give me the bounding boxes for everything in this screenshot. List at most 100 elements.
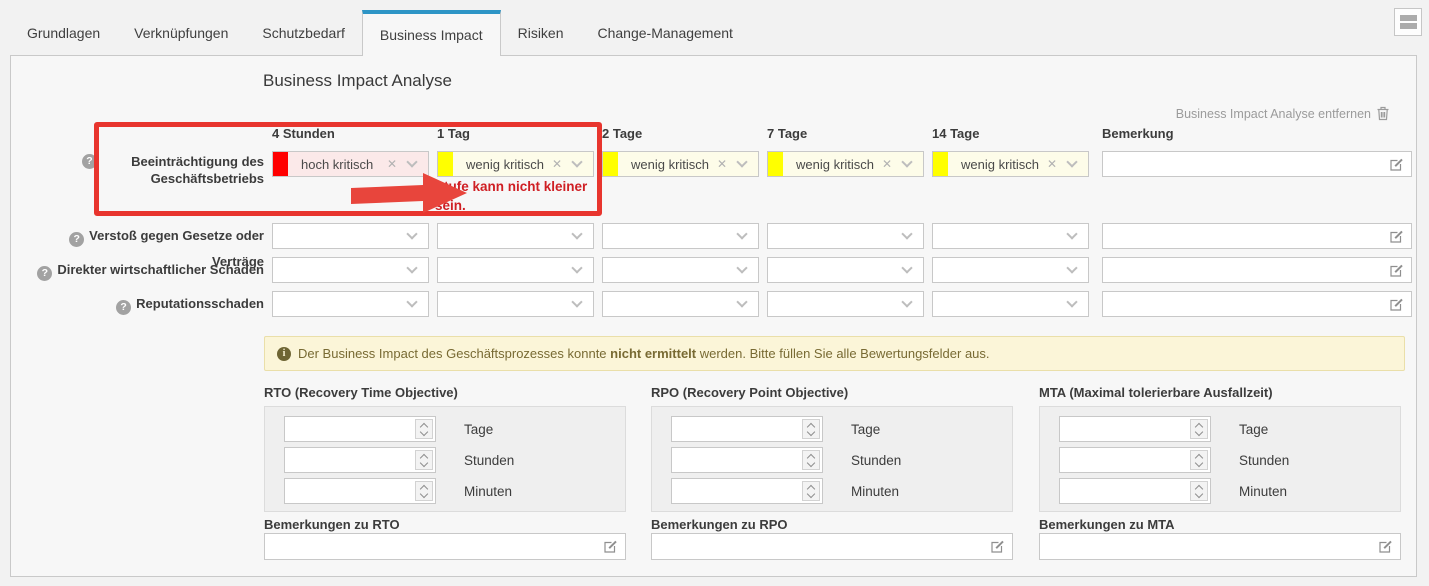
criticality-select-7-tage[interactable] [767,291,924,317]
chevron-down-icon [406,262,417,273]
criticality-select-1-tag[interactable] [437,257,594,283]
chevron-down-icon [736,156,747,167]
spinner-buttons[interactable] [415,481,433,501]
help-icon[interactable]: ? [69,232,84,247]
rto-minuten-spinner[interactable] [284,478,436,504]
rto-remark-input[interactable] [264,533,626,560]
criticality-select-1-tag[interactable] [437,223,594,249]
rto-remark-label: Bemerkungen zu RTO [264,517,400,532]
mta-stunden-spinner[interactable] [1059,447,1211,473]
criticality-swatch [933,152,948,176]
chevron-down-icon [901,156,912,167]
rpo-remark-input[interactable] [651,533,1013,560]
spinner-buttons[interactable] [802,481,820,501]
mta-tage-spinner[interactable] [1059,416,1211,442]
spinner-buttons[interactable] [415,419,433,439]
rpo-minuten-spinner[interactable] [671,478,823,504]
criticality-select-1-tag[interactable] [437,291,594,317]
column-header-bemerkung: Bemerkung [1102,126,1412,141]
row-label: ?Reputationsschaden [19,291,264,317]
criticality-select-7-tage[interactable] [767,257,924,283]
criticality-select-2-tage[interactable]: wenig kritisch ✕ [602,151,759,177]
criticality-select-14-tage[interactable] [932,291,1089,317]
trash-icon [1376,106,1390,121]
chevron-down-icon [901,262,912,273]
rpo-section-title: RPO (Recovery Point Objective) [651,385,848,400]
chevron-down-icon [571,228,582,239]
info-banner: i Der Business Impact des Geschäftsproze… [264,336,1405,371]
rpo-stunden-spinner[interactable] [671,447,823,473]
criticality-select-2-tage[interactable] [602,291,759,317]
row-label: ?Direkter wirtschaftlicher Schaden [19,257,264,283]
bemerkung-input[interactable] [1102,151,1412,177]
tab-risiken[interactable]: Risiken [501,10,581,55]
criticality-select-14-tage[interactable]: wenig kritisch ✕ [932,151,1089,177]
matrix-row-wirtschaftlicher-schaden: ?Direkter wirtschaftlicher Schaden [19,257,1412,283]
column-header-2-tage: 2 Tage [602,126,759,141]
help-icon[interactable]: ? [116,300,131,315]
tab-change-management[interactable]: Change-Management [581,10,750,55]
edit-icon [1389,229,1404,244]
clear-icon[interactable]: ✕ [387,157,397,171]
criticality-swatch [768,152,783,176]
spinner-buttons[interactable] [1190,450,1208,470]
mta-remark-label: Bemerkungen zu MTA [1039,517,1175,532]
criticality-select-14-tage[interactable] [932,223,1089,249]
rto-tage-spinner[interactable] [284,416,436,442]
chevron-down-icon [736,296,747,307]
spinner-buttons[interactable] [802,450,820,470]
criticality-select-7-tage[interactable] [767,223,924,249]
mta-remark-input[interactable] [1039,533,1401,560]
criticality-select-14-tage[interactable] [932,257,1089,283]
chevron-down-icon [1066,262,1077,273]
help-icon[interactable]: ? [82,154,97,169]
rpo-tage-spinner[interactable] [671,416,823,442]
edit-icon [603,539,618,554]
spinner-buttons[interactable] [1190,481,1208,501]
bemerkung-input[interactable] [1102,223,1412,249]
bemerkung-input[interactable] [1102,257,1412,283]
edit-icon [990,539,1005,554]
layout-toggle-button[interactable] [1394,8,1422,36]
spinner-buttons[interactable] [1190,419,1208,439]
criticality-select-1-tag[interactable]: wenig kritisch ✕ [437,151,594,177]
chevron-down-icon [901,228,912,239]
rpo-remark-label: Bemerkungen zu RPO [651,517,788,532]
column-header-14-tage: 14 Tage [932,126,1089,141]
chevron-down-icon [901,296,912,307]
remove-analysis-button[interactable]: Business Impact Analyse entfernen [1176,106,1390,121]
mta-minuten-spinner[interactable] [1059,478,1211,504]
chevron-down-icon [571,296,582,307]
criticality-select-4-stunden[interactable] [272,291,429,317]
criticality-swatch [603,152,618,176]
rto-stunden-spinner[interactable] [284,447,436,473]
edit-icon [1378,539,1393,554]
bemerkung-input[interactable] [1102,291,1412,317]
criticality-select-7-tage[interactable]: wenig kritisch ✕ [767,151,924,177]
tab-bar: Grundlagen Verknüpfungen Schutzbedarf Bu… [10,10,750,55]
clear-icon[interactable]: ✕ [1047,157,1057,171]
tab-verknuepfungen[interactable]: Verknüpfungen [117,10,245,55]
rows-icon [1400,23,1417,29]
help-icon[interactable]: ? [37,266,52,281]
criticality-select-2-tage[interactable] [602,257,759,283]
matrix-row-beeintraechtigung: ?Beeinträchtigung des Geschäftsbetriebs … [19,151,1412,187]
tab-schutzbedarf[interactable]: Schutzbedarf [245,10,362,55]
criticality-swatch [273,152,288,176]
tab-grundlagen[interactable]: Grundlagen [10,10,117,55]
clear-icon[interactable]: ✕ [552,157,562,171]
criticality-select-4-stunden[interactable]: hoch kritisch ✕ [272,151,429,177]
chevron-down-icon [736,262,747,273]
spinner-buttons[interactable] [802,419,820,439]
column-header-4-stunden: 4 Stunden [272,126,429,141]
criticality-select-2-tage[interactable] [602,223,759,249]
clear-icon[interactable]: ✕ [717,157,727,171]
rows-icon [1400,15,1417,21]
clear-icon[interactable]: ✕ [882,157,892,171]
spinner-buttons[interactable] [415,450,433,470]
tab-business-impact[interactable]: Business Impact [362,10,501,56]
business-impact-panel: Business Impact Analyse Business Impact … [10,55,1417,577]
criticality-select-4-stunden[interactable] [272,257,429,283]
validation-error-message: Stufe kann nicht kleiner sein. [435,177,595,215]
criticality-select-4-stunden[interactable] [272,223,429,249]
